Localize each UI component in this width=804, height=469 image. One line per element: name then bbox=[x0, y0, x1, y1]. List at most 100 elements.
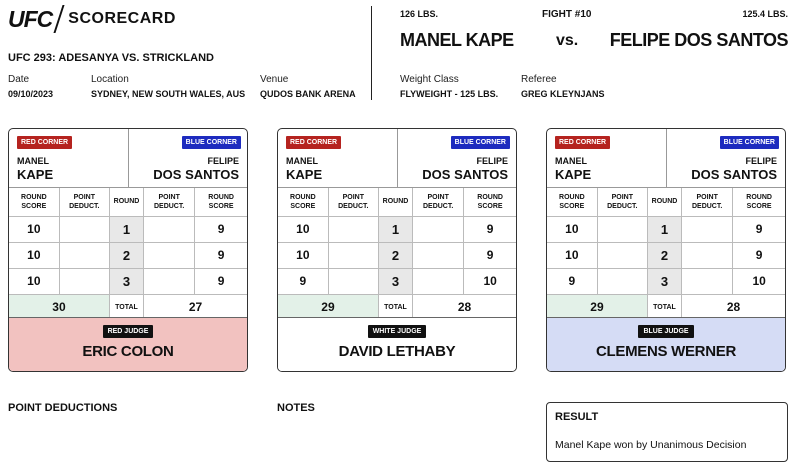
blue-corner-tag: BLUE CORNER bbox=[719, 136, 779, 149]
blue-round-score: 9 bbox=[463, 216, 516, 243]
blue-corner-first-name: FELIPE bbox=[207, 156, 239, 166]
blue-point-deduction bbox=[412, 216, 465, 243]
result-box: RESULT Manel Kape won by Unanimous Decis… bbox=[546, 402, 788, 462]
round-row: 10 2 9 bbox=[9, 242, 247, 269]
location-label: Location bbox=[91, 74, 129, 85]
blue-round-score: 10 bbox=[732, 268, 785, 295]
red-fighter-weight: 126 LBS. bbox=[400, 9, 439, 19]
notes-title: NOTES bbox=[277, 402, 315, 414]
point-deductions-title: POINT DEDUCTIONS bbox=[8, 402, 118, 414]
round-row: 9 3 10 bbox=[278, 268, 516, 295]
red-round-score: 10 bbox=[547, 242, 598, 269]
header-round-score: ROUND SCORE bbox=[9, 188, 60, 217]
round-number: 2 bbox=[378, 242, 414, 269]
weightclass-value: FLYWEIGHT - 125 LBS. bbox=[400, 89, 499, 99]
judge-name: DAVID LETHABY bbox=[338, 343, 456, 360]
card-header: RED CORNER BLUE CORNER MANEL KAPE FELIPE DOS … bbox=[547, 129, 785, 188]
red-round-score: 10 bbox=[278, 242, 329, 269]
blue-corner-tag: BLUE CORNER bbox=[450, 136, 510, 149]
blue-point-deduction bbox=[681, 268, 734, 295]
score-table: ROUND SCORE POINT DEDUCT. ROUND POINT DEDUC… bbox=[278, 188, 516, 321]
logo-ufc-text: UFC bbox=[8, 5, 53, 32]
blue-corner-last-name: DOS SANTOS bbox=[422, 167, 508, 182]
red-point-deduction bbox=[328, 216, 379, 243]
red-corner-last-name: KAPE bbox=[286, 167, 323, 182]
red-round-score: 10 bbox=[9, 216, 60, 243]
round-number: 2 bbox=[109, 242, 145, 269]
ufc-logo: UFC SCORECARD bbox=[8, 5, 176, 33]
judge-tag: WHITE JUDGE bbox=[367, 325, 427, 338]
blue-corner-last-name: DOS SANTOS bbox=[691, 167, 777, 182]
judge-name: ERIC COLON bbox=[82, 343, 174, 360]
red-point-deduction bbox=[59, 268, 110, 295]
red-corner-tag: RED CORNER bbox=[17, 136, 73, 149]
blue-corner-first-name: FELIPE bbox=[476, 156, 508, 166]
round-row: 10 1 9 bbox=[547, 216, 785, 243]
header-round: ROUND bbox=[109, 188, 145, 217]
blue-fighter-weight: 125.4 LBS. bbox=[742, 9, 788, 19]
header-point-deduct: POINT DEDUCT. bbox=[412, 188, 465, 217]
blue-round-score: 9 bbox=[732, 242, 785, 269]
corner-divider bbox=[128, 129, 129, 188]
red-round-score: 9 bbox=[547, 268, 598, 295]
blue-round-score: 9 bbox=[732, 216, 785, 243]
blue-point-deduction bbox=[143, 216, 196, 243]
round-number: 1 bbox=[109, 216, 145, 243]
result-title: RESULT bbox=[555, 411, 599, 423]
versus-label: vs. bbox=[556, 32, 579, 49]
red-fighter-name: MANEL KAPE bbox=[400, 30, 514, 50]
header-divider bbox=[371, 6, 372, 100]
header-round: ROUND bbox=[378, 188, 414, 217]
score-table-header: ROUND SCORE POINT DEDUCT. ROUND POINT DEDUC… bbox=[9, 188, 247, 217]
header-point-deduct: POINT DEDUCT. bbox=[681, 188, 734, 217]
score-table: ROUND SCORE POINT DEDUCT. ROUND POINT DEDUC… bbox=[9, 188, 247, 321]
weightclass-label: Weight Class bbox=[400, 74, 459, 85]
blue-fighter-name: FELIPE DOS SANTOS bbox=[609, 30, 789, 50]
round-number: 3 bbox=[647, 268, 683, 295]
red-round-score: 10 bbox=[9, 242, 60, 269]
round-row: 10 2 9 bbox=[278, 242, 516, 269]
corner-divider bbox=[666, 129, 667, 188]
scorecard-judge-1: RED CORNER BLUE CORNER MANEL KAPE FELIPE DOS … bbox=[8, 128, 248, 372]
red-round-score: 9 bbox=[278, 268, 329, 295]
round-number: 1 bbox=[647, 216, 683, 243]
header-round-score: ROUND SCORE bbox=[732, 188, 785, 217]
venue-label: Venue bbox=[260, 74, 289, 85]
card-header: RED CORNER BLUE CORNER MANEL KAPE FELIPE DOS … bbox=[278, 129, 516, 188]
red-corner-first-name: MANEL bbox=[17, 156, 49, 166]
blue-corner-tag: BLUE CORNER bbox=[181, 136, 241, 149]
red-point-deduction bbox=[59, 216, 110, 243]
round-row: 10 1 9 bbox=[278, 216, 516, 243]
red-corner-last-name: KAPE bbox=[555, 167, 592, 182]
round-number: 3 bbox=[109, 268, 145, 295]
header-point-deduct: POINT DEDUCT. bbox=[143, 188, 196, 217]
red-round-score: 10 bbox=[278, 216, 329, 243]
red-point-deduction bbox=[597, 242, 648, 269]
scorecard-judge-3: RED CORNER BLUE CORNER MANEL KAPE FELIPE DOS … bbox=[546, 128, 786, 372]
event-title: UFC 293: ADESANYA VS. STRICKLAND bbox=[8, 52, 214, 64]
judge-tag: RED JUDGE bbox=[102, 325, 154, 338]
logo-divider bbox=[53, 5, 65, 33]
score-table-header: ROUND SCORE POINT DEDUCT. ROUND POINT DEDUC… bbox=[547, 188, 785, 217]
header-round-score: ROUND SCORE bbox=[463, 188, 516, 217]
red-corner-tag: RED CORNER bbox=[286, 136, 342, 149]
fight-number: FIGHT #10 bbox=[542, 9, 592, 20]
date-value: 09/10/2023 bbox=[8, 89, 54, 99]
red-corner-tag: RED CORNER bbox=[555, 136, 611, 149]
blue-corner-last-name: DOS SANTOS bbox=[153, 167, 239, 182]
venue-value: QUDOS BANK ARENA bbox=[260, 89, 356, 99]
round-number: 3 bbox=[378, 268, 414, 295]
red-point-deduction bbox=[597, 216, 648, 243]
corner-divider bbox=[397, 129, 398, 188]
red-round-score: 10 bbox=[547, 216, 598, 243]
judge-panel: WHITE JUDGE DAVID LETHABY bbox=[278, 317, 516, 371]
red-corner-first-name: MANEL bbox=[286, 156, 318, 166]
referee-value: GREG KLEYNJANS bbox=[521, 89, 605, 99]
round-number: 1 bbox=[378, 216, 414, 243]
judge-panel: RED JUDGE ERIC COLON bbox=[9, 317, 247, 371]
date-label: Date bbox=[8, 74, 30, 85]
header-round: ROUND bbox=[647, 188, 683, 217]
blue-point-deduction bbox=[143, 242, 196, 269]
result-text: Manel Kape won by Unanimous Decision bbox=[555, 439, 747, 451]
blue-round-score: 9 bbox=[194, 242, 247, 269]
